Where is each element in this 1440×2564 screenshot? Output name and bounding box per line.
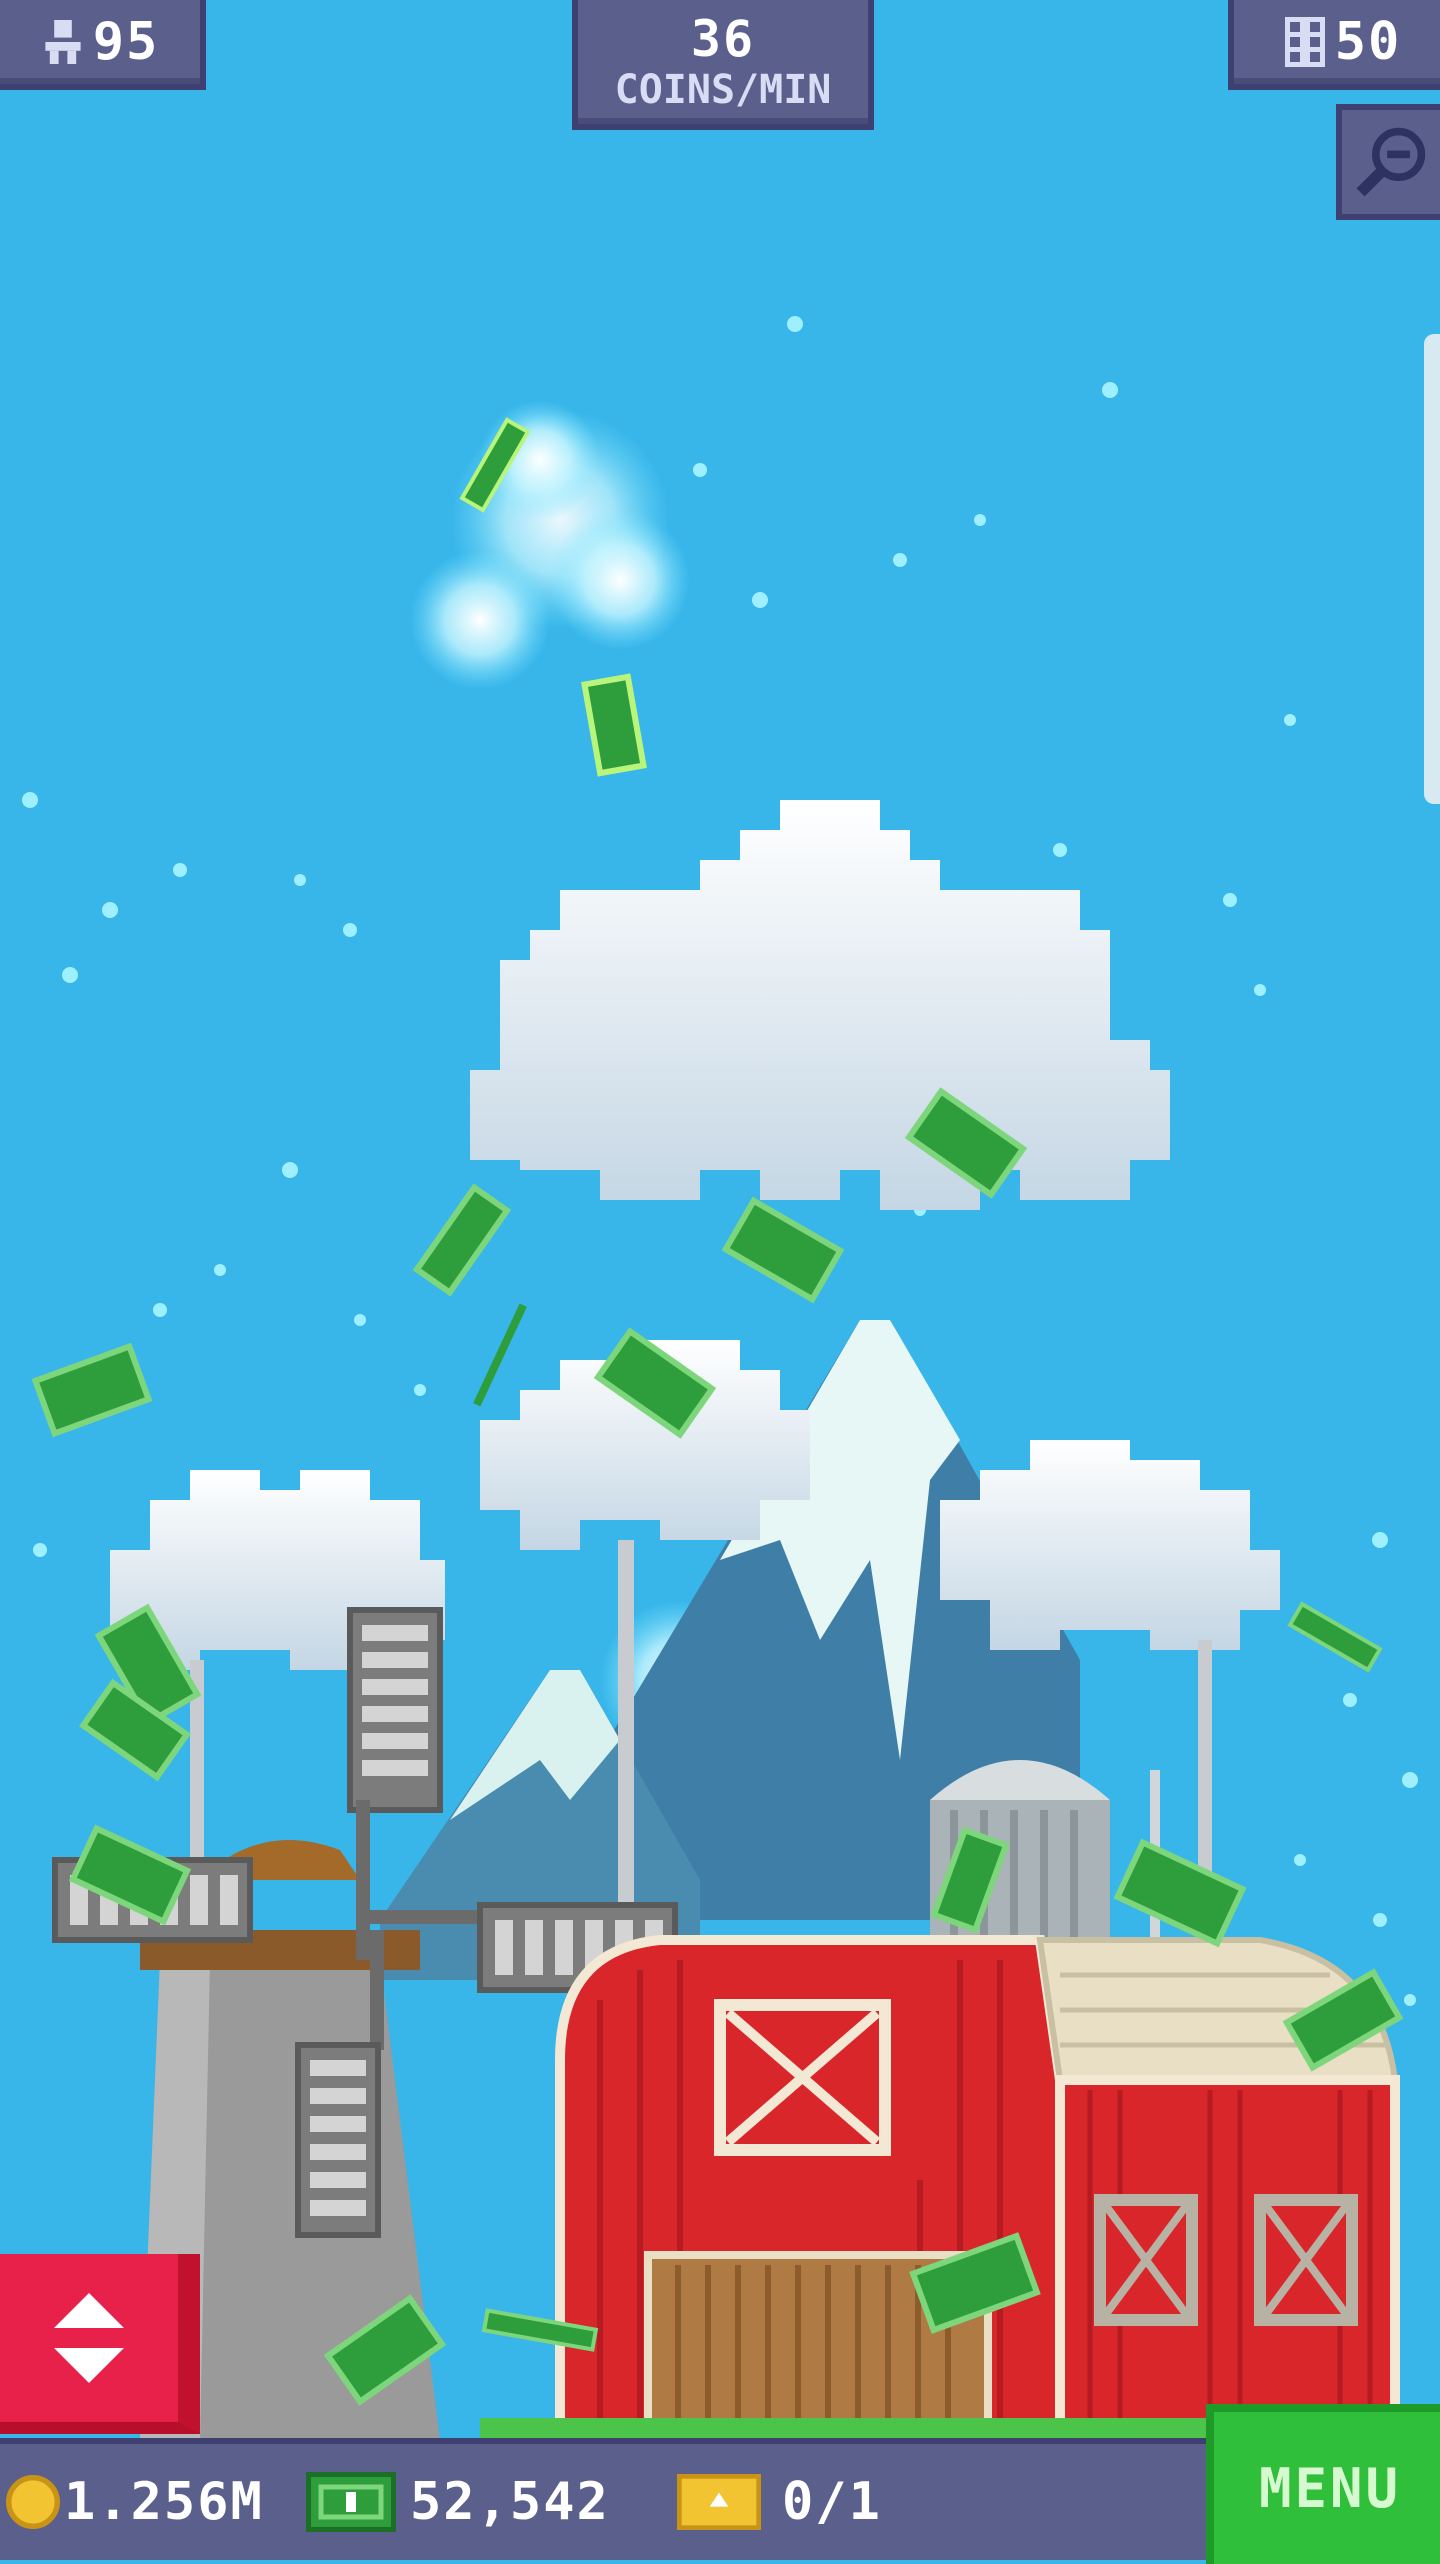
building-icon (1284, 17, 1325, 67)
red-barn (480, 1935, 1400, 2445)
rate-value: 36 (690, 10, 756, 68)
floors-value: 50 (1334, 12, 1402, 72)
bux-display: 52,542 (306, 2462, 610, 2542)
coin-icon (6, 2475, 60, 2529)
golden-ticket-display: 0/1 (676, 2462, 882, 2542)
menu-label: MENU (1258, 2456, 1402, 2520)
population-value: 95 (92, 12, 160, 72)
person-icon (45, 20, 81, 64)
elevator-arrows-icon (54, 2293, 124, 2383)
tickets-value: 0/1 (782, 2472, 882, 2532)
coins-display: 1.256M (6, 2462, 264, 2542)
coins-per-minute-display: 36 COINS/MIN (572, 0, 874, 130)
side-panel-tab[interactable] (1424, 334, 1440, 804)
elevator-button[interactable] (0, 2254, 200, 2434)
zoom-out-button[interactable] (1336, 104, 1440, 220)
golden-ticket-icon (677, 2474, 761, 2530)
coins-value: 1.256M (64, 2472, 264, 2532)
bux-value: 52,542 (410, 2472, 610, 2532)
rate-unit: COINS/MIN (614, 67, 832, 113)
floor-count[interactable]: 50 (1228, 0, 1440, 90)
bux-icon (306, 2472, 396, 2532)
game-scene (0, 0, 1440, 2560)
zoom-out-icon (1356, 127, 1426, 197)
menu-button[interactable]: MENU (1206, 2404, 1440, 2564)
population-counter[interactable]: 95 (0, 0, 206, 90)
